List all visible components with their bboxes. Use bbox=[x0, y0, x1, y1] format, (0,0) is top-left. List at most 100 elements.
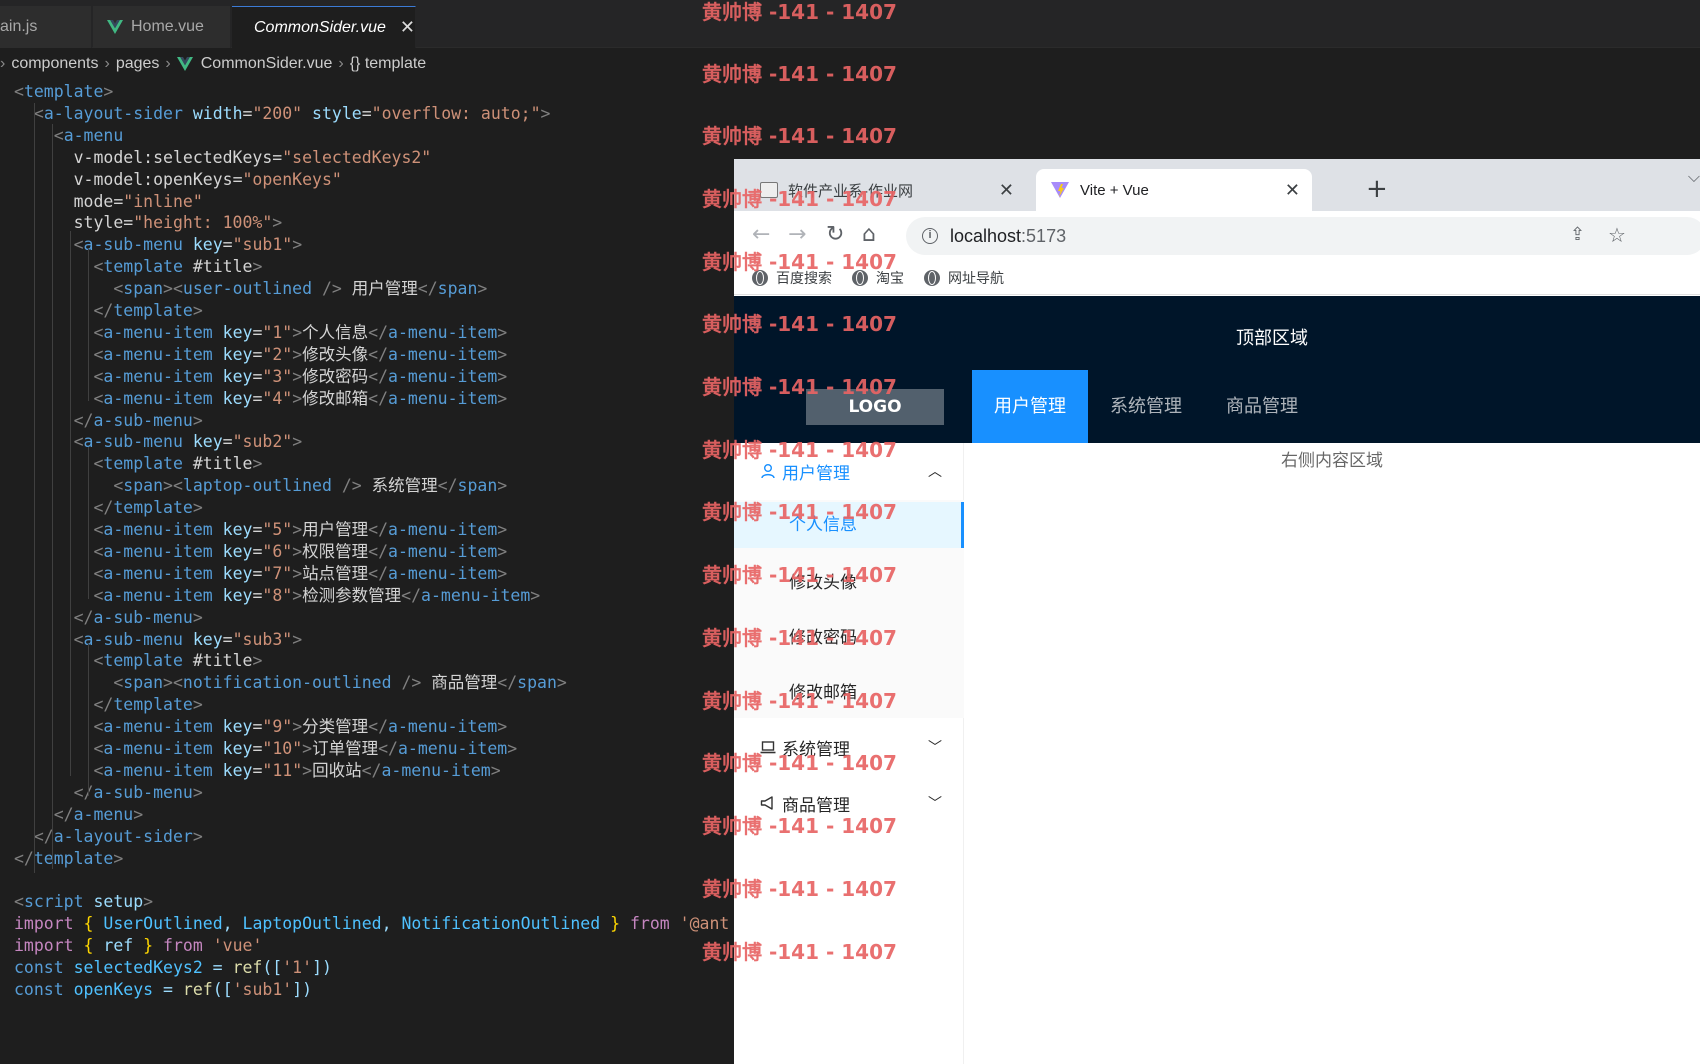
code-line: </a-sub-menu> bbox=[73, 410, 203, 430]
chevron-right-icon: › bbox=[338, 55, 344, 72]
code-line: <a-sub-menu key="sub1"> bbox=[73, 235, 303, 255]
code-line: </template> bbox=[93, 498, 203, 518]
close-icon[interactable]: ✕ bbox=[400, 17, 415, 38]
editor-tab-label: CommonSider.vue bbox=[254, 18, 386, 36]
top-menu: 用户管理 系统管理 商品管理 bbox=[972, 370, 1320, 443]
menu-item-email[interactable]: 修改邮箱 bbox=[734, 670, 964, 716]
indent-guide bbox=[88, 447, 89, 599]
notification-icon bbox=[760, 796, 773, 810]
breadcrumb-item[interactable]: {} template bbox=[350, 55, 427, 73]
menu-item-password[interactable]: 修改密码 bbox=[734, 615, 964, 661]
laptop-icon bbox=[760, 741, 776, 754]
editor-tab-home-vue[interactable]: Home.vue bbox=[93, 6, 231, 48]
browser-tab-label: Vite + Vue bbox=[1080, 181, 1149, 199]
chevron-right-icon: › bbox=[165, 55, 171, 72]
globe-icon bbox=[852, 269, 868, 286]
reload-icon[interactable]: ↻ bbox=[826, 223, 844, 247]
submenu-title-label: 用户管理 bbox=[782, 463, 850, 484]
editor-tab-bar: ain.js Home.vue CommonSider.vue ✕ bbox=[0, 0, 1700, 48]
top-menu-item-system[interactable]: 系统管理 bbox=[1088, 370, 1204, 443]
browser-window: 软件产业系-作业网 ✕ Vite + Vue ✕ + ⌵ ← → ↻ ⌂ i l… bbox=[734, 159, 1700, 1064]
submenu-goods[interactable]: 商品管理 ﹀ bbox=[734, 779, 964, 827]
chevron-right-icon: › bbox=[104, 55, 110, 72]
code-line: </template> bbox=[93, 301, 203, 320]
code-line: <a-menu-item key="11">回收站</a-menu-item> bbox=[93, 760, 501, 780]
site-info-icon[interactable]: i bbox=[922, 228, 938, 244]
submenu-users-items: 个人信息 修改头像 修改密码 修改邮箱 bbox=[734, 500, 964, 718]
code-line: const openKeys = ref(['sub1']) bbox=[14, 979, 313, 999]
chevron-right-icon: › bbox=[0, 55, 6, 72]
breadcrumb-item[interactable]: components bbox=[11, 55, 98, 73]
header-title: 顶部区域 bbox=[1236, 328, 1308, 349]
code-line: <a-sub-menu key="sub2"> bbox=[73, 432, 303, 452]
browser-toolbar: ← → ↻ ⌂ i localhost:5173 ⇪ ☆ bbox=[734, 211, 1700, 261]
code-line: v-model:openKeys="openKeys" bbox=[73, 169, 342, 189]
app-page: 顶部区域 LOGO 用户管理 系统管理 商品管理 用户管理 ︿ 个人信息 修改头… bbox=[734, 296, 1700, 1064]
browser-tab-strip: 软件产业系-作业网 ✕ Vite + Vue ✕ + ⌵ bbox=[734, 159, 1700, 211]
code-line: style="height: 100%"> bbox=[73, 213, 283, 233]
code-line: </template> bbox=[14, 848, 124, 868]
breadcrumb-item[interactable]: CommonSider.vue bbox=[201, 55, 333, 73]
browser-tab-vite-vue[interactable]: Vite + Vue ✕ bbox=[1036, 169, 1312, 211]
code-line: </a-layout-sider> bbox=[33, 826, 203, 846]
code-line: <a-sub-menu key="sub3"> bbox=[73, 629, 303, 649]
app-header: 顶部区域 LOGO 用户管理 系统管理 商品管理 bbox=[734, 296, 1700, 443]
code-line: </template> bbox=[93, 695, 203, 715]
code-line: <script setup> bbox=[14, 892, 154, 912]
code-line: </a-sub-menu> bbox=[73, 782, 203, 802]
menu-item-avatar[interactable]: 修改头像 bbox=[734, 560, 964, 606]
share-icon[interactable]: ⇪ bbox=[1570, 223, 1585, 247]
forward-arrow-icon[interactable]: → bbox=[788, 223, 806, 247]
code-line: <a-menu bbox=[53, 125, 124, 145]
browser-tab-homework[interactable]: 软件产业系-作业网 ✕ bbox=[746, 169, 1026, 211]
close-icon[interactable]: ✕ bbox=[999, 180, 1014, 201]
indent-guide bbox=[88, 249, 89, 401]
globe-icon bbox=[752, 269, 768, 286]
bookmark-taobao[interactable]: 淘宝 bbox=[852, 268, 904, 288]
code-line: import { ref } from 'vue' bbox=[14, 936, 263, 956]
vue-file-icon bbox=[107, 20, 123, 34]
close-icon[interactable]: ✕ bbox=[1285, 180, 1300, 201]
back-arrow-icon[interactable]: ← bbox=[752, 223, 770, 247]
editor-tab-label: Home.vue bbox=[131, 18, 204, 35]
code-line: </a-sub-menu> bbox=[73, 607, 203, 627]
bookmark-nav[interactable]: 网址导航 bbox=[924, 268, 1004, 288]
new-tab-button[interactable]: + bbox=[1366, 175, 1388, 203]
indent-guide bbox=[34, 103, 35, 873]
submenu-users[interactable]: 用户管理 ︿ bbox=[734, 447, 964, 495]
indent-guide bbox=[88, 644, 89, 796]
user-icon bbox=[761, 464, 775, 479]
editor-tab-label: ain.js bbox=[0, 18, 38, 35]
editor-tab-main-js[interactable]: ain.js bbox=[0, 6, 92, 48]
menu-item-profile[interactable]: 个人信息 bbox=[734, 502, 964, 548]
chevron-up-icon: ︿ bbox=[928, 464, 942, 480]
chevron-down-icon[interactable]: ⌵ bbox=[1688, 167, 1700, 187]
star-icon[interactable]: ☆ bbox=[1608, 223, 1626, 247]
content-area-text: 右侧内容区域 bbox=[1281, 451, 1383, 471]
home-icon[interactable]: ⌂ bbox=[862, 223, 876, 247]
chevron-down-icon: ﹀ bbox=[928, 740, 942, 756]
code-line: const selectedKeys2 = ref(['1']) bbox=[14, 958, 332, 977]
address-host: localhost bbox=[950, 225, 1022, 246]
chevron-down-icon: ﹀ bbox=[928, 796, 942, 812]
address-port: :5173 bbox=[1021, 225, 1067, 246]
breadcrumb-item[interactable]: pages bbox=[116, 55, 160, 73]
bookmark-baidu[interactable]: 百度搜索 bbox=[752, 268, 832, 288]
code-line: <template> bbox=[14, 82, 114, 101]
code-line: import { UserOutlined, LaptopOutlined, N… bbox=[14, 914, 730, 934]
indent-guide bbox=[70, 231, 71, 776]
logo: LOGO bbox=[806, 389, 944, 425]
code-area[interactable]: <template> <a-layout-sider width="200" s… bbox=[0, 77, 740, 1064]
globe-icon bbox=[924, 269, 940, 286]
submenu-title-label: 商品管理 bbox=[782, 795, 850, 816]
vue-file-icon bbox=[176, 57, 193, 71]
breadcrumb: › components › pages › CommonSider.vue ›… bbox=[0, 50, 426, 78]
vite-logo-icon bbox=[1051, 182, 1069, 198]
editor-tab-commonsider-vue[interactable]: CommonSider.vue ✕ bbox=[232, 6, 416, 48]
submenu-system[interactable]: 系统管理 ﹀ bbox=[734, 723, 964, 771]
sider-menu: 用户管理 ︿ 个人信息 修改头像 修改密码 修改邮箱 系统管理 ﹀ 商品管理 ﹀ bbox=[734, 443, 964, 1064]
bookmarks-bar: 百度搜索 淘宝 网址导航 bbox=[734, 261, 1700, 295]
top-menu-item-users[interactable]: 用户管理 bbox=[972, 370, 1088, 443]
top-menu-item-goods[interactable]: 商品管理 bbox=[1204, 370, 1320, 443]
bookmark-label: 网址导航 bbox=[948, 270, 1004, 287]
